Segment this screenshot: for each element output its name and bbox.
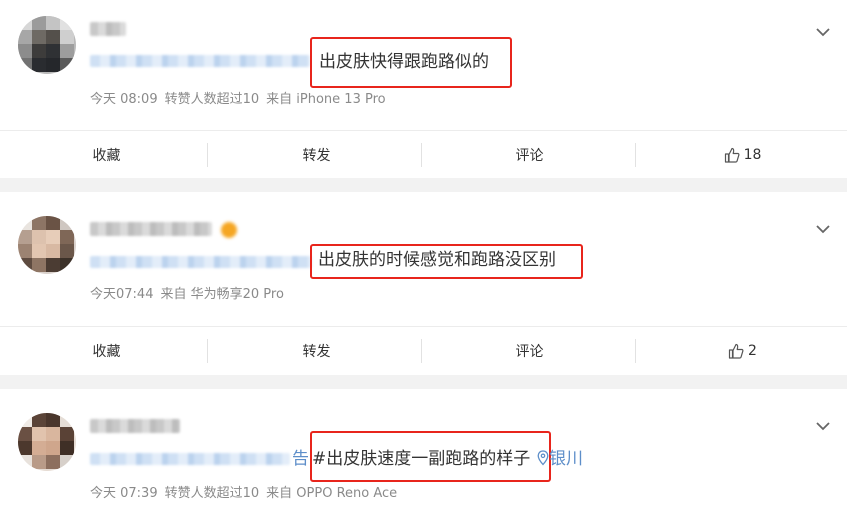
username-blurred[interactable]	[90, 22, 126, 36]
topic-tag-blurred[interactable]	[90, 256, 312, 268]
action-bar: 收藏 转发 评论 18	[0, 130, 847, 179]
favorite-label: 收藏	[92, 344, 121, 360]
topic-tag-tail[interactable]: 告	[292, 449, 309, 469]
avatar[interactable]	[18, 216, 76, 274]
comment-button[interactable]: 评论	[423, 131, 636, 179]
chevron-down-icon[interactable]	[815, 221, 831, 237]
highlight-box	[310, 37, 512, 88]
like-count: 2	[748, 343, 757, 359]
post-meta: 今天 08:09 转赞人数超过10 来自 iPhone 13 Pro	[90, 88, 393, 107]
location-pin-icon	[537, 450, 549, 466]
username-blurred[interactable]	[90, 222, 212, 236]
vip-badge-icon	[221, 222, 237, 238]
repost-button[interactable]: 转发	[210, 131, 423, 179]
location-text: 银川	[549, 449, 583, 469]
username-blurred[interactable]	[90, 419, 180, 433]
post-time[interactable]: 今天07:44	[90, 287, 153, 302]
post-meta: 今天07:44 来自 华为畅享20 Pro	[90, 283, 291, 302]
thumbs-up-icon	[724, 147, 740, 163]
highlight-box	[310, 244, 583, 279]
post-card-1: 出皮肤快得跟跑路似的 今天 08:09 转赞人数超过10 来自 iPhone 13 …	[0, 0, 847, 178]
like-button[interactable]: 18	[636, 131, 847, 179]
avatar[interactable]	[18, 16, 76, 74]
highlight-box	[310, 431, 551, 482]
chevron-down-icon[interactable]	[815, 418, 831, 434]
repost-label: 转发	[302, 344, 331, 360]
repost-label: 转发	[302, 148, 331, 164]
post-card-3: 告 #出皮肤速度一副跑路的样子 银川 今天 07:39 转赞人数超过10 来自 OP…	[0, 389, 847, 507]
like-button[interactable]: 2	[636, 327, 847, 375]
like-count: 18	[743, 147, 762, 163]
action-bar: 收藏 转发 评论 2	[0, 326, 847, 375]
thumbs-up-icon	[728, 343, 744, 359]
comment-label: 评论	[515, 148, 544, 164]
post-card-2: 出皮肤的时候感觉和跑路没区别 今天07:44 来自 华为畅享20 Pro 收藏 转…	[0, 192, 847, 375]
post-time[interactable]: 今天 07:39	[90, 486, 158, 501]
favorite-button[interactable]: 收藏	[0, 131, 213, 179]
post-source: 来自 华为畅享20 Pro	[160, 287, 284, 302]
post-source: 来自 iPhone 13 Pro	[266, 92, 386, 107]
avatar[interactable]	[18, 413, 76, 471]
comment-label: 评论	[515, 344, 544, 360]
favorite-button[interactable]: 收藏	[0, 327, 213, 375]
repost-count-text: 转赞人数超过10	[164, 92, 260, 107]
post-source: 来自 OPPO Reno Ace	[266, 486, 398, 501]
post-time[interactable]: 今天 08:09	[90, 92, 158, 107]
repost-button[interactable]: 转发	[210, 327, 423, 375]
post-meta: 今天 07:39 转赞人数超过10 来自 OPPO Reno Ace	[90, 482, 404, 501]
location-link[interactable]: 银川	[537, 449, 583, 469]
repost-count-text: 转赞人数超过10	[164, 486, 260, 501]
topic-tag-blurred[interactable]	[90, 453, 290, 465]
chevron-down-icon[interactable]	[815, 24, 831, 40]
favorite-label: 收藏	[92, 148, 121, 164]
comment-button[interactable]: 评论	[423, 327, 636, 375]
topic-tag-blurred[interactable]	[90, 55, 310, 67]
